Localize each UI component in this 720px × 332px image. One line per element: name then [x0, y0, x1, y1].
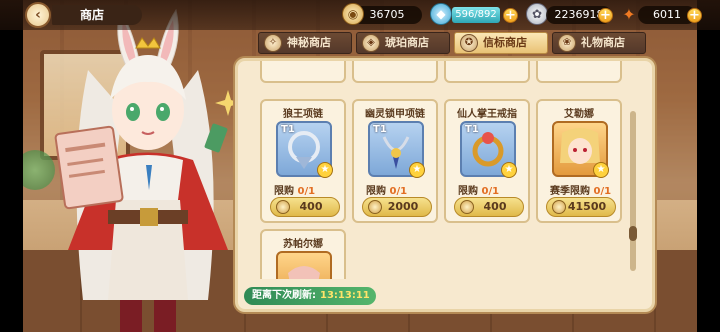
shop-tabs: ✧ 神秘商店 ◈ 琥珀商店 ✪ 信标商店 ❀ 礼物商店 — [246, 30, 654, 56]
item-name: 幽灵锁甲项链 — [365, 109, 425, 120]
buy-button[interactable]: 2000 — [362, 197, 432, 217]
list-item-partial[interactable] — [444, 61, 530, 83]
tab-mystery-shop[interactable]: ✧ 神秘商店 — [258, 32, 352, 54]
tab-label: 礼物商店 — [581, 36, 625, 49]
price-label: 400 — [299, 200, 323, 213]
scrollbar-thumb[interactable] — [629, 226, 637, 241]
star-icon: ★ — [317, 162, 333, 178]
tab-gift-shop[interactable]: ❀ 礼物商店 — [552, 32, 646, 54]
tab-amber-shop[interactable]: ◈ 琥珀商店 — [356, 32, 450, 54]
beacon-icon: ✪ — [460, 34, 478, 52]
star-icon: ★ — [501, 162, 517, 178]
purchase-limit: 限购 0/1 — [458, 186, 500, 197]
tab-label: 琥珀商店 — [385, 36, 429, 49]
left-letterbox — [0, 0, 23, 332]
coin-icon — [460, 200, 474, 214]
star-icon: ★ — [593, 162, 609, 178]
shop-item-card[interactable]: 苏帕尔娜 — [260, 229, 346, 279]
stamina-counter: 596/892 — [452, 7, 500, 23]
refresh-timer: 距离下次刷新: 13:13:11 — [244, 287, 376, 305]
shop-item-card[interactable]: 艾勒娜 ★ 赛季限购 0/1 41500 — [536, 99, 622, 223]
scrollbar-track[interactable] — [630, 111, 636, 271]
item-name: 苏帕尔娜 — [283, 239, 323, 250]
refresh-time: 13:13:11 — [320, 290, 370, 301]
tier-label: T1 — [373, 124, 387, 135]
coin-icon — [276, 200, 290, 214]
back-button[interactable]: ‹ — [25, 2, 51, 28]
buy-button[interactable]: 400 — [454, 197, 524, 217]
hero-portrait-frame: ★ — [552, 121, 609, 178]
hero-portrait-icon — [288, 266, 320, 279]
gold-coin-icon: ◉ — [342, 3, 364, 25]
price-label: 400 — [483, 200, 507, 213]
hero-portrait-frame — [276, 251, 332, 279]
item-icon-frame: T1 ★ — [460, 121, 517, 178]
item-name: 仙人掌王戒指 — [457, 109, 517, 120]
mystery-icon: ✧ — [264, 34, 282, 52]
silver-coin-icon: ✿ — [526, 3, 548, 25]
shop-panel: 狼王项链 T1 ★ 限购 0/1 400 幽灵锁甲项链 T1 ★ 限购 0/1 … — [235, 58, 655, 312]
gift-icon: ❀ — [558, 34, 576, 52]
item-icon-frame: T1 ★ — [368, 121, 425, 178]
coin-icon — [552, 200, 566, 214]
tab-label: 信标商店 — [483, 36, 527, 49]
coin-icon — [368, 200, 382, 214]
purchase-limit: 赛季限购 0/1 — [550, 186, 612, 197]
price-label: 41500 — [567, 200, 607, 213]
tier-label: T1 — [465, 124, 479, 135]
item-icon-frame: T1 ★ — [276, 121, 333, 178]
purchase-limit: 限购 0/1 — [366, 186, 408, 197]
item-name: 狼王项链 — [283, 109, 323, 120]
star-icon: ★ — [409, 162, 425, 178]
carrot-icon: ✦ — [622, 4, 636, 24]
item-name: 艾勒娜 — [564, 109, 594, 120]
right-letterbox — [697, 0, 720, 332]
price-label: 2000 — [387, 200, 419, 213]
list-item-partial[interactable] — [260, 61, 346, 83]
tier-label: T1 — [281, 124, 295, 135]
list-item-partial[interactable] — [352, 61, 438, 83]
page-title: 商店 — [52, 5, 142, 25]
top-bar: 商店 ‹ 36705 ◉ ◆ 596/892 + ✿ 2236918 + ✦ 6… — [0, 0, 720, 30]
back-arrow-icon: ‹ — [35, 7, 41, 23]
buy-button[interactable]: 400 — [270, 197, 340, 217]
buy-button[interactable]: 41500 — [546, 197, 616, 217]
add-stamina-button[interactable]: + — [503, 8, 518, 23]
tab-beacon-shop[interactable]: ✪ 信标商店 — [454, 32, 548, 54]
add-carrot-button[interactable]: + — [687, 8, 702, 23]
game-screen: 商店 ‹ 36705 ◉ ◆ 596/892 + ✿ 2236918 + ✦ 6… — [0, 0, 720, 332]
stamina-icon: ◆ — [430, 3, 452, 25]
shop-item-card[interactable]: 狼王项链 T1 ★ 限购 0/1 400 — [260, 99, 346, 223]
shopkeeper-character — [54, 8, 241, 332]
refresh-label: 距离下次刷新: — [252, 290, 316, 301]
tab-label: 神秘商店 — [287, 36, 331, 49]
item-grid[interactable]: 狼王项链 T1 ★ 限购 0/1 400 幽灵锁甲项链 T1 ★ 限购 0/1 … — [238, 61, 630, 279]
purchase-limit: 限购 0/1 — [274, 186, 316, 197]
amber-icon: ◈ — [362, 34, 380, 52]
shop-item-card[interactable]: 幽灵锁甲项链 T1 ★ 限购 0/1 2000 — [352, 99, 438, 223]
add-silver-button[interactable]: + — [598, 8, 613, 23]
list-item-partial[interactable] — [536, 61, 622, 83]
shop-item-card[interactable]: 仙人掌王戒指 T1 ★ 限购 0/1 400 — [444, 99, 530, 223]
